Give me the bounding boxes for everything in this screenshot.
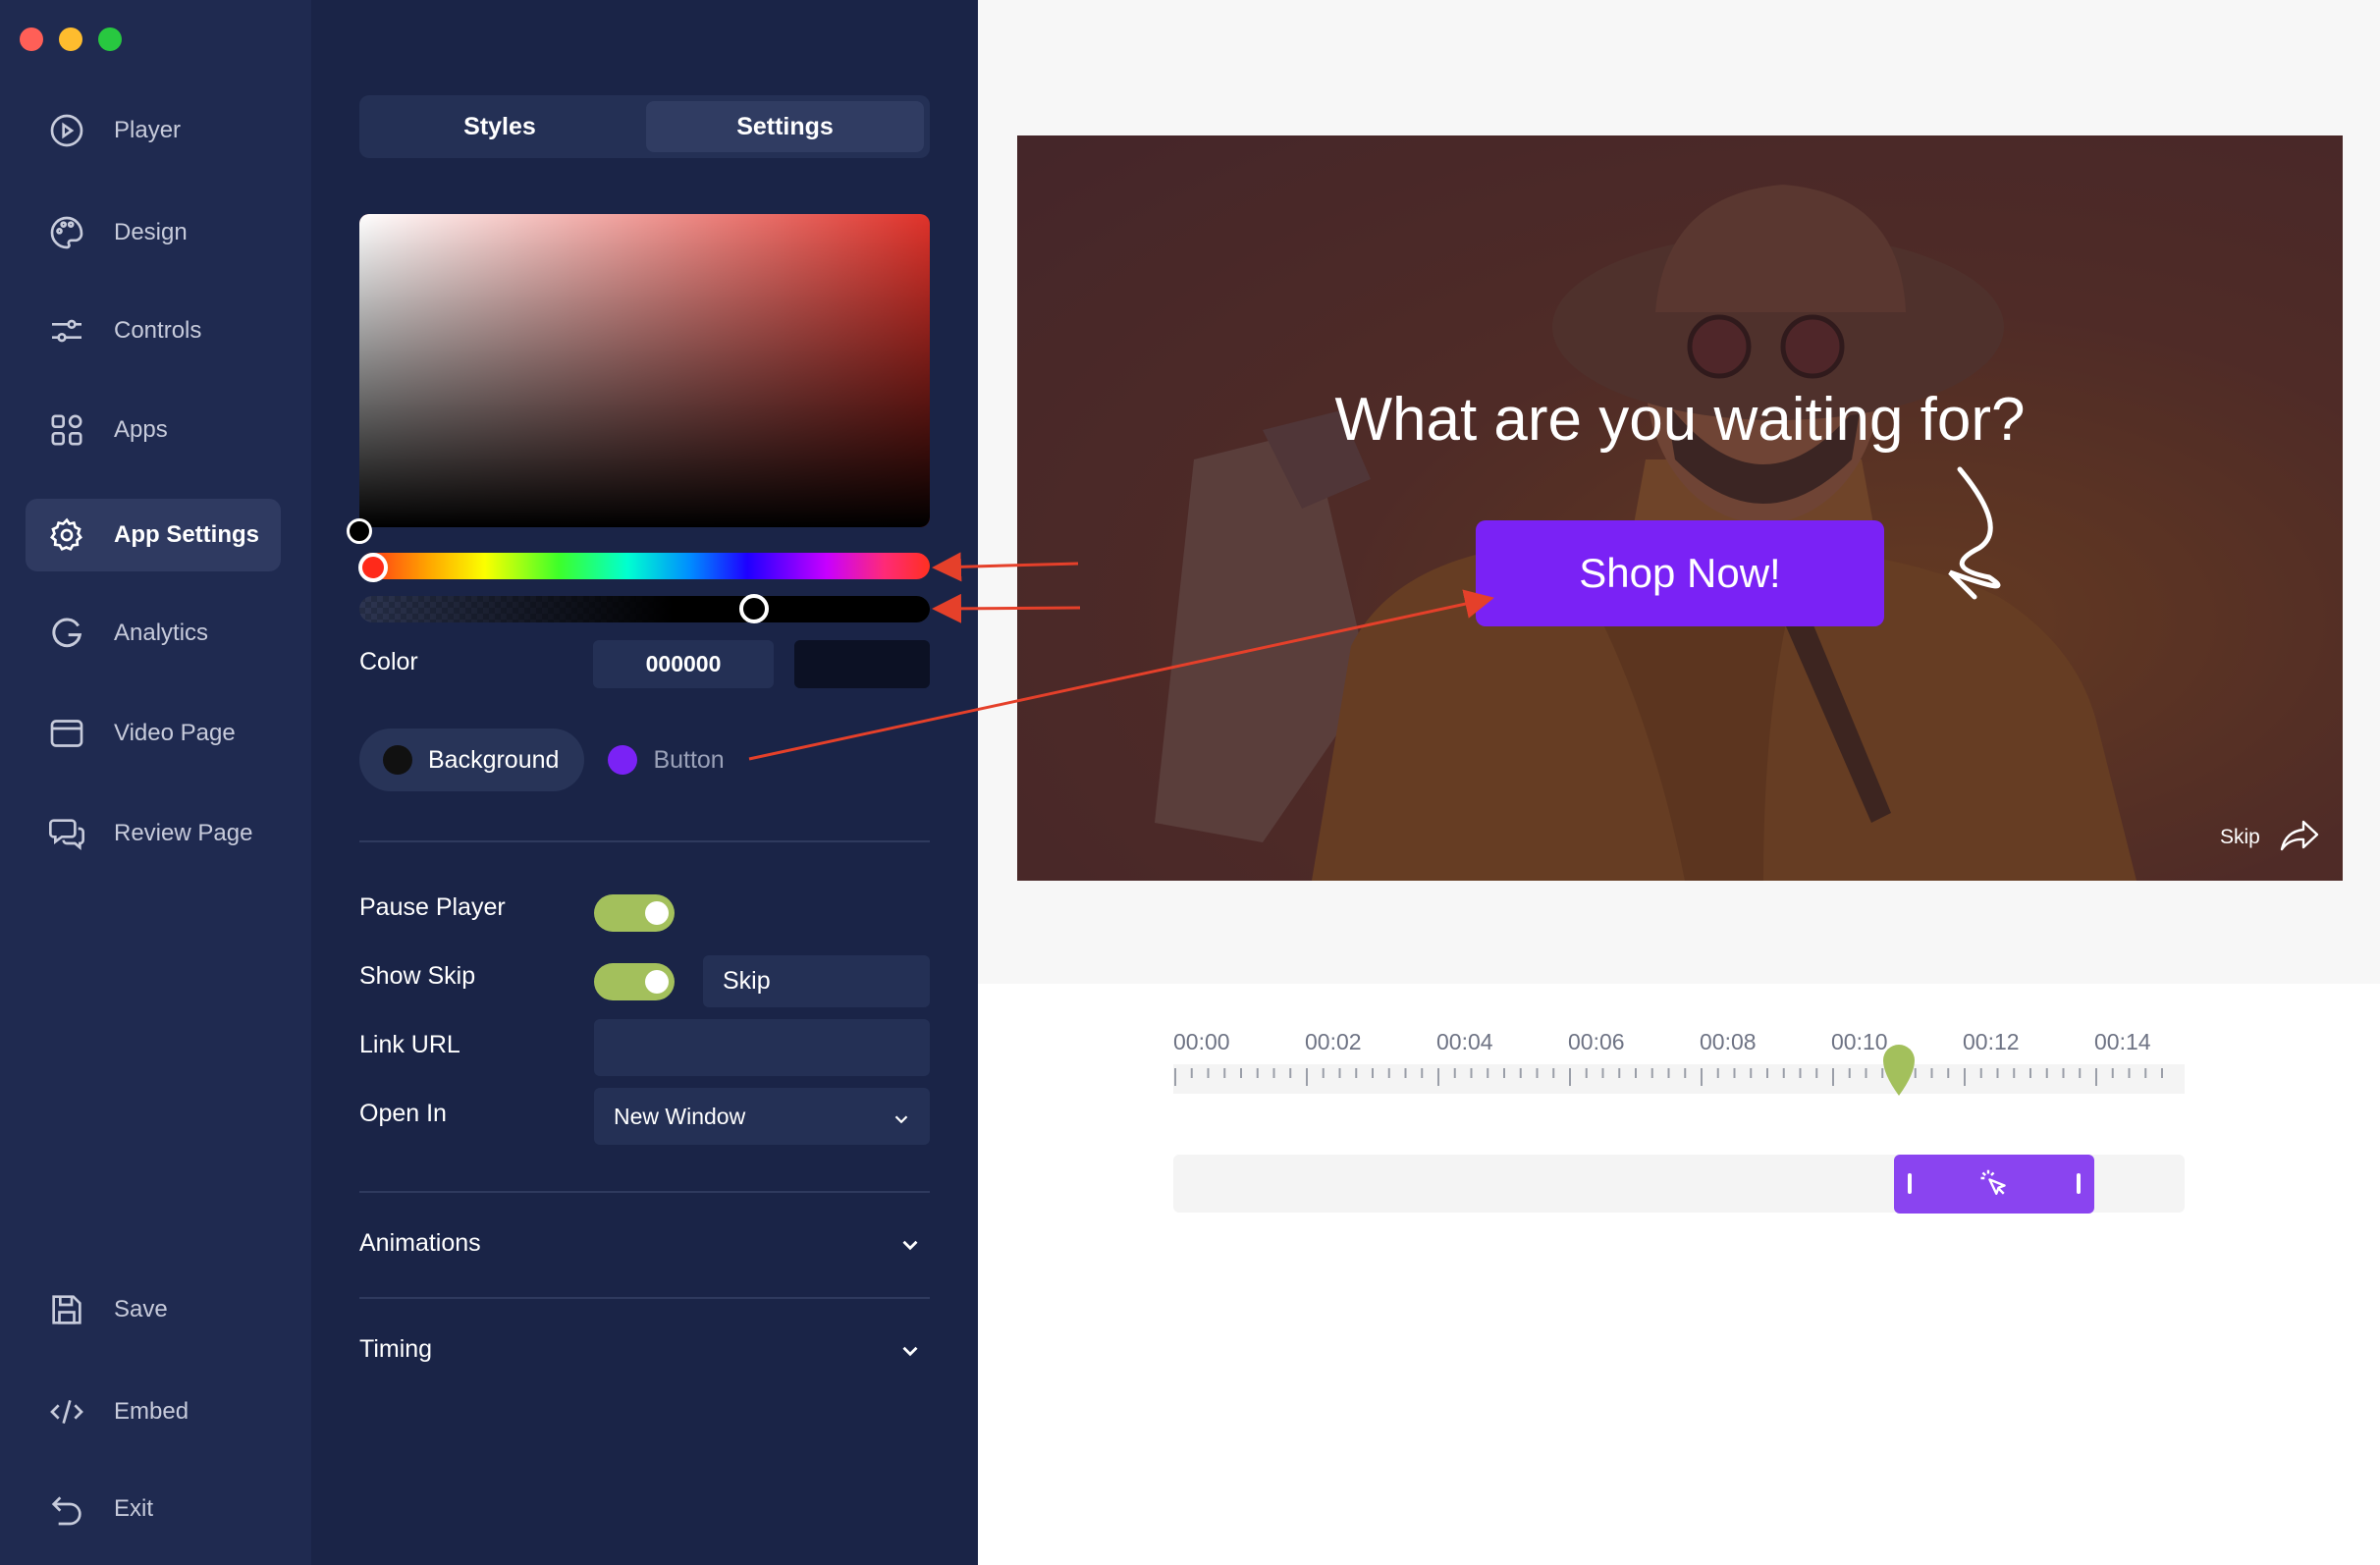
chat-bubbles-icon [47,814,86,853]
chevron-down-icon [894,1115,908,1124]
pause-player-toggle[interactable] [594,894,675,932]
hue-slider[interactable] [359,553,930,579]
undo-arrow-icon [47,1489,86,1529]
analytics-g-icon [47,614,86,653]
divider [359,840,930,842]
target-button-option[interactable]: Button [584,729,749,791]
playhead-marker[interactable] [1879,1041,1919,1098]
chevron-down-icon[interactable] [897,1232,923,1258]
video-frame-image [1017,135,2343,881]
color-swatch [794,640,930,688]
window-minimize-button[interactable] [59,27,82,51]
timeline-tick-label: 00:12 [1963,1029,2020,1054]
clip-start-handle[interactable] [1908,1173,1912,1194]
sidebar-item-embed[interactable]: Embed [26,1376,281,1448]
open-in-label: Open In [359,1100,447,1127]
sidebar-item-label: App Settings [114,521,259,548]
timeline-app-clip[interactable] [1894,1155,2094,1214]
window-close-button[interactable] [20,27,43,51]
sidebar-item-label: Review Page [114,820,253,846]
timeline-tick-label: 00:04 [1436,1029,1493,1054]
settings-panel: Styles Settings Color 000000 Background … [311,0,978,1565]
sidebar-item-label: Apps [114,416,168,443]
chevron-down-icon[interactable] [897,1338,923,1364]
timing-section-header[interactable]: Timing [359,1335,432,1364]
sidebar-item-apps[interactable]: Apps [26,394,281,466]
target-button-label: Button [653,745,725,774]
timeline-tick-label: 00:06 [1568,1029,1625,1054]
sidebar-item-label: Design [114,219,188,245]
click-cursor-icon [1980,1169,2006,1195]
video-preview[interactable]: What are you waiting for? Shop Now! Skip [1017,135,2343,881]
timeline-ruler[interactable] [1173,1064,2185,1094]
saturation-handle[interactable] [347,518,372,544]
sidebar-item-controls[interactable]: Controls [26,295,281,367]
skip-arrow-icon[interactable] [2278,818,2321,853]
timeline-tick-label: 00:02 [1305,1029,1362,1054]
sidebar-item-label: Embed [114,1398,189,1425]
floppy-disk-icon [47,1290,86,1329]
palette-icon [47,213,86,252]
code-brackets-icon [47,1392,86,1431]
hue-handle[interactable] [358,553,388,582]
cta-headline: What are you waiting for? [1334,386,2026,454]
tab-styles[interactable]: Styles [365,101,634,152]
open-in-select[interactable]: New Window [594,1088,930,1145]
show-skip-toggle[interactable] [594,963,675,1000]
sidebar-item-player[interactable]: Player [26,94,281,167]
sidebar-item-design[interactable]: Design [26,196,281,269]
timeline-tick-label: 00:14 [2094,1029,2151,1054]
target-background-option[interactable]: Background [359,729,585,791]
sidebar-item-exit[interactable]: Exit [26,1473,281,1545]
gear-icon [47,515,86,555]
divider [359,1191,930,1193]
sidebar-item-review-page[interactable]: Review Page [26,797,281,870]
apps-grid-icon [47,410,86,450]
target-background-label: Background [428,745,560,774]
color-target-switch: Background Button [359,729,750,791]
link-url-label: Link URL [359,1031,460,1058]
sidebar-item-label: Analytics [114,620,209,646]
style-settings-tabs: Styles Settings [359,95,930,158]
shop-now-button[interactable]: Shop Now! [1476,520,1884,626]
skip-text-input[interactable]: Skip [703,955,930,1007]
sidebar-item-app-settings[interactable]: App Settings [26,499,281,571]
tab-settings[interactable]: Settings [646,101,924,152]
sidebar-item-video-page[interactable]: Video Page [26,697,281,770]
sidebar-item-label: Exit [114,1495,154,1522]
open-in-value: New Window [614,1103,746,1129]
opacity-slider[interactable] [359,596,930,622]
sidebar-item-label: Save [114,1296,168,1322]
button-color-dot [608,745,638,775]
sidebar-item-analytics[interactable]: Analytics [26,597,281,670]
timeline-tick-label: 00:00 [1173,1029,1230,1054]
sliders-icon [47,311,86,351]
pause-player-label: Pause Player [359,893,506,921]
background-color-dot [383,745,412,775]
link-url-input[interactable] [594,1019,930,1076]
saturation-picker[interactable] [359,214,930,527]
timeline-tick-label: 00:08 [1700,1029,1757,1054]
sidebar-item-label: Video Page [114,720,236,746]
color-label: Color [359,648,418,675]
play-circle-icon [47,111,86,150]
sidebar-item-save[interactable]: Save [26,1273,281,1346]
hex-color-input[interactable]: 000000 [593,640,774,688]
animations-section-header[interactable]: Animations [359,1229,481,1258]
sidebar: Player Design Controls Apps App Settings… [0,0,311,1565]
opacity-handle[interactable] [739,594,769,623]
window-zoom-button[interactable] [98,27,122,51]
browser-window-icon [47,714,86,753]
clip-end-handle[interactable] [2077,1173,2081,1194]
divider [359,1297,930,1299]
sidebar-item-label: Controls [114,317,202,344]
show-skip-label: Show Skip [359,962,476,990]
sidebar-item-label: Player [114,117,182,143]
skip-label[interactable]: Skip [2220,826,2260,849]
